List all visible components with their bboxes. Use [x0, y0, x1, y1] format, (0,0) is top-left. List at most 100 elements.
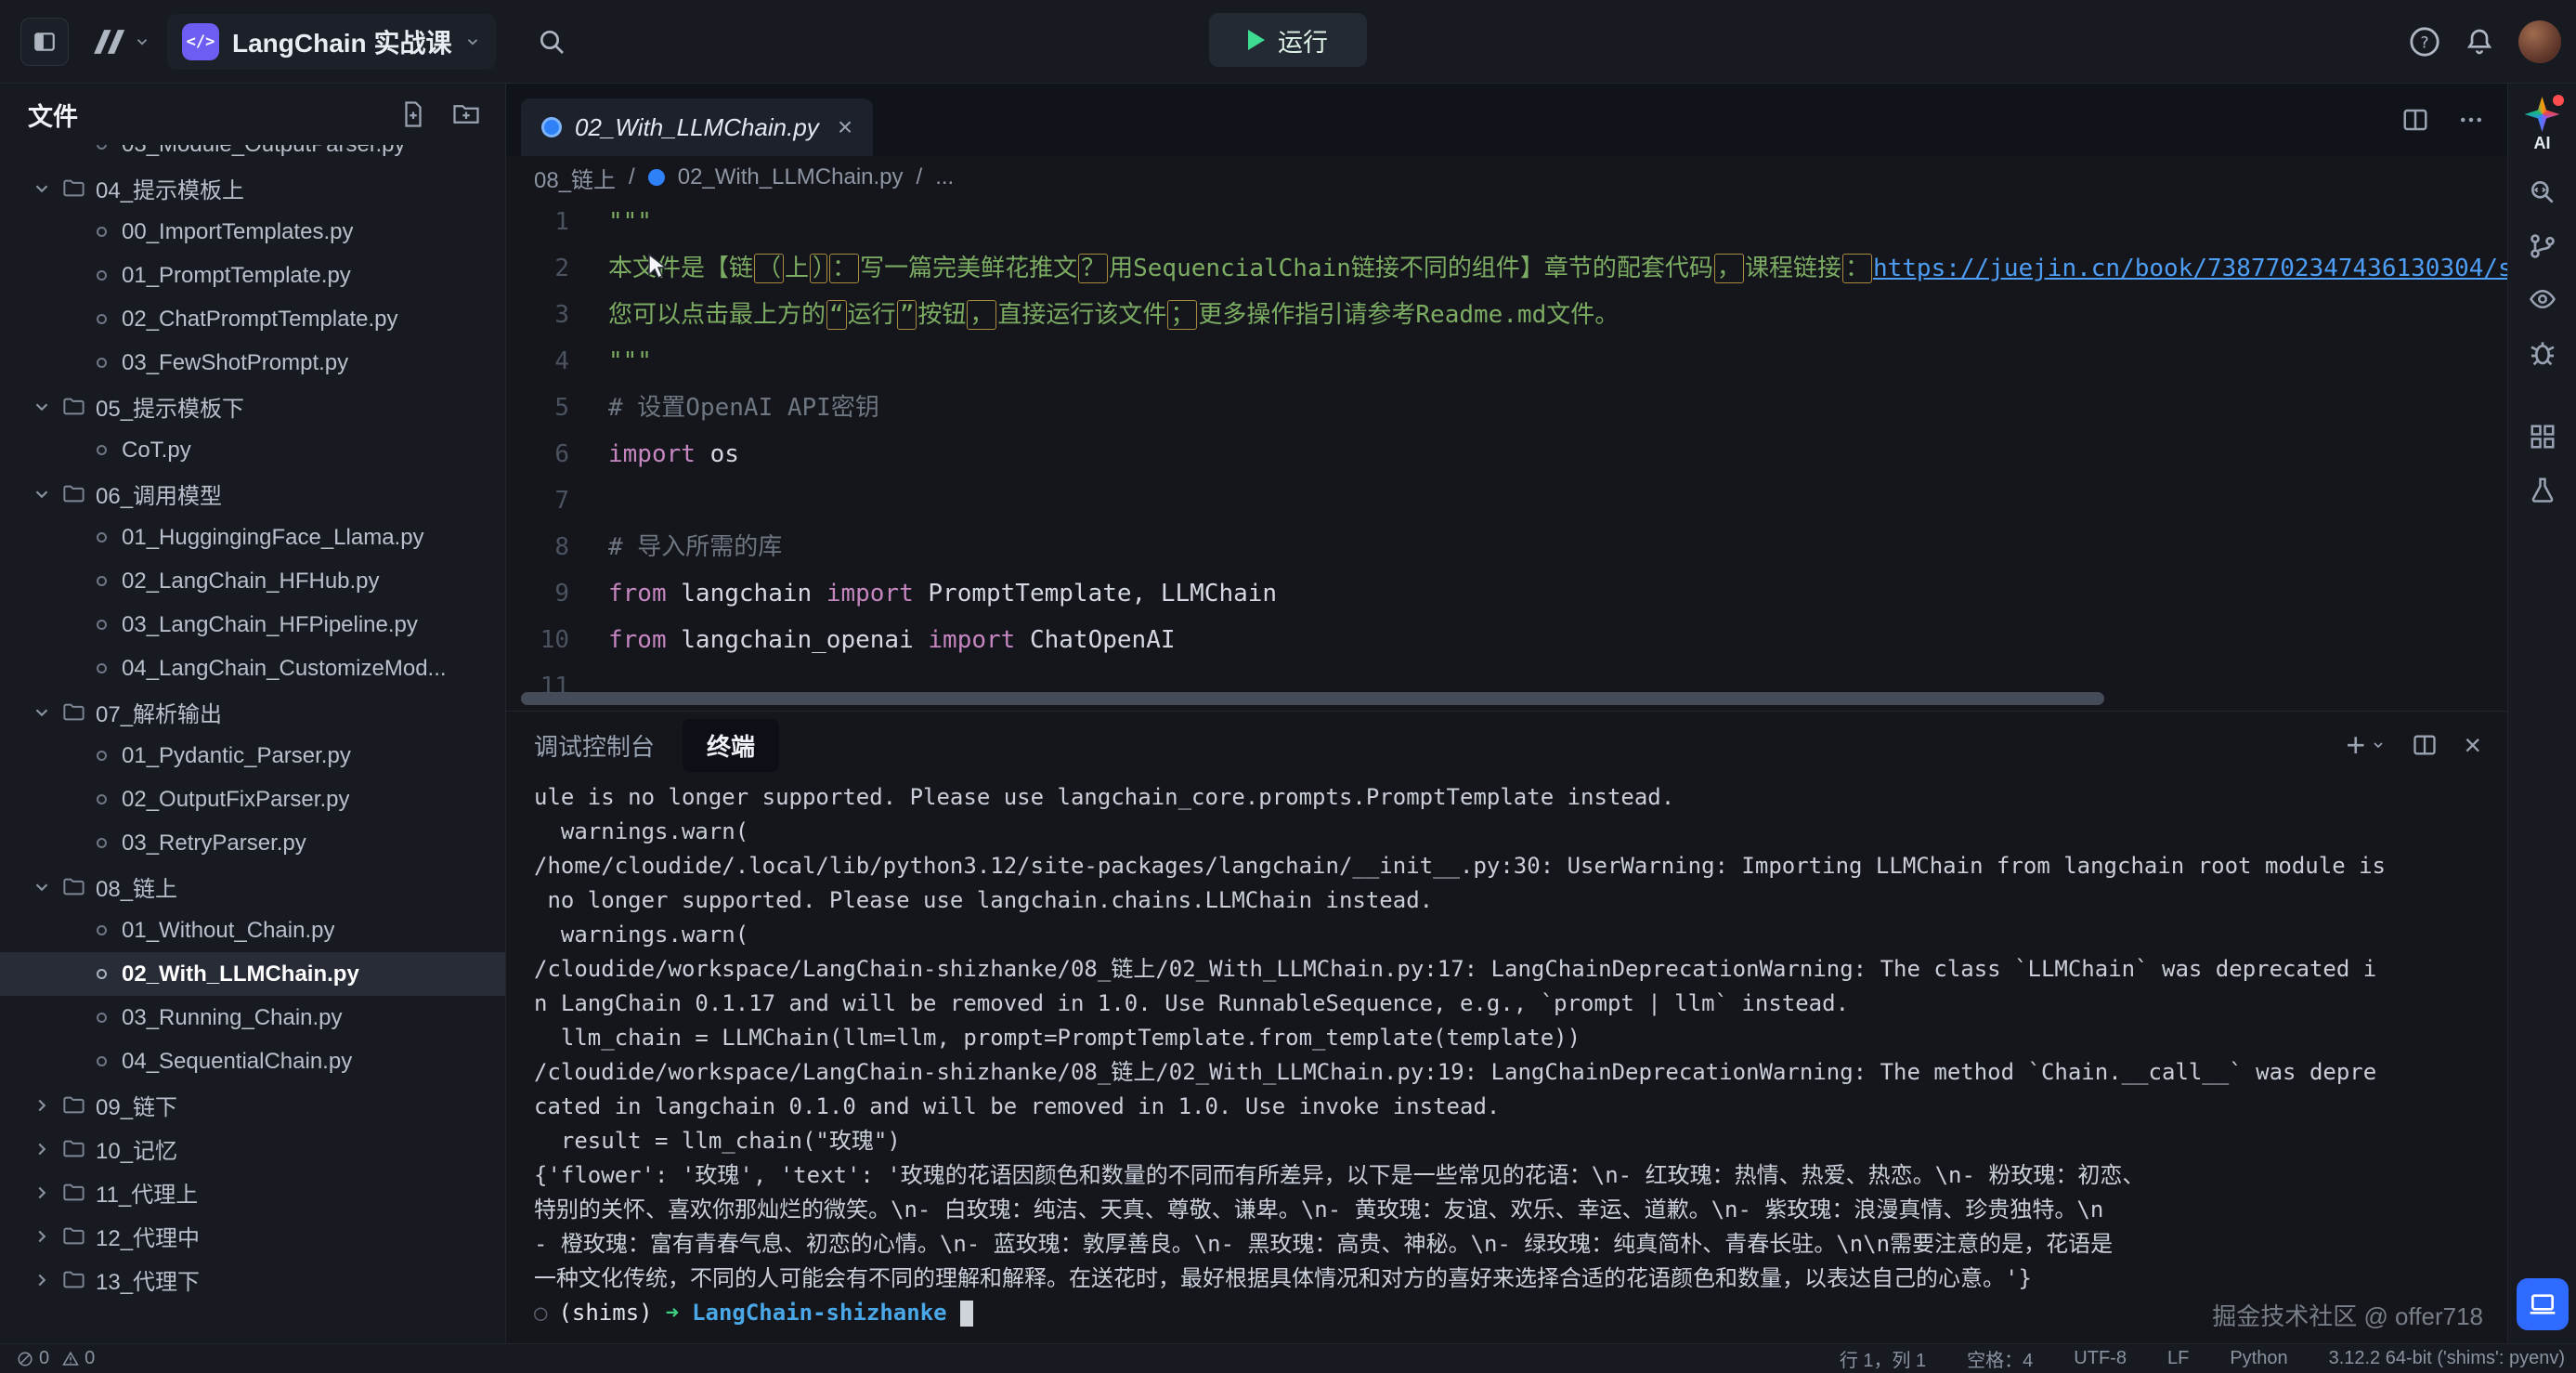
tree-folder-11_代理上[interactable]: 11_代理上	[0, 1170, 505, 1214]
tree-item-label: 01_HuggingingFace_Llama.py	[122, 525, 424, 551]
tree-file-03_RetryParser.py[interactable]: 03_RetryParser.py	[0, 821, 505, 865]
status-right: 行 1，列 1 空格：4 UTF-8 LF Python 3.12.2 64-bit ('…	[1840, 1345, 2565, 1372]
tree-item-label: 02_ChatPromptTemplate.py	[122, 307, 398, 333]
code-search-icon[interactable]	[2528, 177, 2557, 207]
tree-folder-08_链上[interactable]: 08_链上	[0, 865, 505, 909]
breadcrumb-more[interactable]: ...	[935, 164, 954, 190]
more-actions-icon[interactable]	[2457, 106, 2485, 134]
tree-item-label: 12_代理中	[96, 1220, 200, 1252]
tree-folder-06_调用模型[interactable]: 06_调用模型	[0, 472, 505, 516]
status-item[interactable]: Python	[2230, 1348, 2287, 1369]
tree-file-CoT.py[interactable]: CoT.py	[0, 428, 505, 472]
tree-file-04_SequentialChain.py[interactable]: 04_SequentialChain.py	[0, 1040, 505, 1083]
file-dot-icon	[97, 1056, 107, 1066]
status-item[interactable]: 空格：4	[1967, 1345, 2033, 1372]
tree-file-02_ChatPromptTemplate.py[interactable]: 02_ChatPromptTemplate.py	[0, 297, 505, 341]
search-button[interactable]	[537, 27, 566, 57]
horizontal-scrollbar[interactable]	[521, 692, 2104, 705]
test-flask-icon[interactable]	[2529, 475, 2556, 504]
tree-file-02_LangChain_HFHub.py[interactable]: 02_LangChain_HFHub.py	[0, 559, 505, 603]
tree-file-00_ImportTemplates.py[interactable]: 00_ImportTemplates.py	[0, 210, 505, 254]
file-dot-icon	[97, 576, 107, 586]
tree-file-01_HuggingingFace_Llama.py[interactable]: 01_HuggingingFace_Llama.py	[0, 516, 505, 559]
split-editor-icon[interactable]	[2401, 106, 2429, 134]
tree-file-03_Module_OutputParser.py[interactable]: 03_Module_OutputParser.py	[0, 145, 505, 166]
tree-item-label: 06_调用模型	[96, 477, 222, 510]
tree-file-02_With_LLMChain.py[interactable]: 02_With_LLMChain.py	[0, 952, 505, 996]
tree-file-01_PromptTemplate.py[interactable]: 01_PromptTemplate.py	[0, 254, 505, 297]
tree-file-03_FewShotPrompt.py[interactable]: 03_FewShotPrompt.py	[0, 341, 505, 385]
tree-file-02_OutputFixParser.py[interactable]: 02_OutputFixParser.py	[0, 778, 505, 821]
line-number: 9	[506, 570, 608, 617]
watermark: 掘金技术社区 @ offer718	[2212, 1298, 2483, 1332]
file-dot-icon	[97, 358, 107, 368]
new-file-icon[interactable]	[399, 100, 427, 128]
python-file-icon	[541, 117, 562, 137]
breadcrumb-file[interactable]: 02_With_LLMChain.py	[678, 164, 904, 190]
tree-item-label: 00_ImportTemplates.py	[122, 219, 353, 245]
editor-tab[interactable]: 02_With_LLMChain.py ×	[521, 98, 873, 156]
tree-file-03_LangChain_HFPipeline.py[interactable]: 03_LangChain_HFPipeline.py	[0, 603, 505, 647]
code-editor[interactable]: 1"""2本文件是【链（上）：写一篇完美鲜花推文？用SequencialChai…	[506, 199, 2507, 711]
line-number: 8	[506, 524, 608, 570]
tree-folder-10_记忆[interactable]: 10_记忆	[0, 1127, 505, 1170]
close-panel-icon[interactable]: ×	[2464, 728, 2481, 763]
status-item[interactable]: 3.12.2 64-bit ('shims': pyenv)	[2329, 1348, 2565, 1369]
ai-label: AI	[2534, 134, 2551, 153]
sidebar-toggle-button[interactable]	[20, 18, 69, 66]
chevron-down-icon	[464, 33, 481, 50]
breadcrumb-folder[interactable]: 08_链上	[534, 162, 616, 194]
new-terminal-button[interactable]: +	[2346, 728, 2386, 762]
chevron-right-icon	[32, 1270, 52, 1290]
status-item[interactable]: LF	[2167, 1348, 2189, 1369]
tree-file-01_Without_Chain.py[interactable]: 01_Without_Chain.py	[0, 909, 505, 952]
terminal-cursor	[960, 1301, 973, 1327]
tree-file-01_Pydantic_Parser.py[interactable]: 01_Pydantic_Parser.py	[0, 734, 505, 778]
tree-item-label: 02_OutputFixParser.py	[122, 787, 349, 813]
new-folder-icon[interactable]	[451, 100, 481, 128]
tree-folder-04_提示模板上[interactable]: 04_提示模板上	[0, 166, 505, 210]
terminal-line: /home/cloudide/.local/lib/python3.12/sit…	[534, 849, 2489, 883]
chevron-right-icon	[32, 1095, 52, 1116]
git-branch-icon[interactable]	[2528, 231, 2557, 261]
bug-icon[interactable]	[2528, 337, 2557, 367]
run-button[interactable]: 运行	[1209, 13, 1367, 67]
folder-icon	[61, 394, 86, 419]
explorer-header: 文件	[0, 84, 505, 145]
file-dot-icon	[97, 1013, 107, 1023]
extensions-grid-icon[interactable]	[2529, 423, 2556, 451]
bell-icon[interactable]	[2465, 26, 2494, 58]
eye-icon[interactable]	[2527, 285, 2558, 313]
tab-terminal[interactable]: 终端	[683, 719, 779, 772]
user-avatar[interactable]	[2518, 20, 2561, 63]
tree-file-04_LangChain_CustomizeMod...[interactable]: 04_LangChain_CustomizeMod...	[0, 647, 505, 690]
tree-file-03_Running_Chain.py[interactable]: 03_Running_Chain.py	[0, 996, 505, 1040]
split-terminal-icon[interactable]	[2412, 732, 2438, 758]
error-count: 0	[39, 1348, 49, 1369]
tree-folder-09_链下[interactable]: 09_链下	[0, 1083, 505, 1127]
tab-close-icon[interactable]: ×	[838, 112, 852, 142]
app-logo[interactable]	[85, 23, 150, 60]
file-dot-icon	[97, 969, 107, 979]
bottom-panel: 调试控制台 终端 + × ule is no longer supported.…	[506, 711, 2507, 1343]
project-switcher[interactable]: </> LangChain 实战课	[167, 14, 496, 70]
tree-folder-12_代理中[interactable]: 12_代理中	[0, 1214, 505, 1258]
status-item[interactable]: UTF-8	[2074, 1348, 2127, 1369]
tree-item-label: 04_LangChain_CustomizeMod...	[122, 656, 447, 682]
terminal[interactable]: ule is no longer supported. Please use l…	[506, 778, 2507, 1343]
status-item[interactable]: 行 1，列 1	[1840, 1345, 1926, 1372]
file-dot-icon	[97, 145, 107, 150]
tree-item-label: 01_PromptTemplate.py	[122, 263, 351, 289]
tree-item-label: 02_LangChain_HFHub.py	[122, 569, 380, 595]
problems-warnings[interactable]: 0	[62, 1348, 95, 1369]
folder-icon	[61, 1223, 86, 1249]
remote-workspace-button[interactable]	[2517, 1278, 2569, 1330]
project-name: LangChain 实战课	[232, 23, 451, 60]
ai-assistant-button[interactable]: AI	[2525, 97, 2560, 153]
tree-folder-13_代理下[interactable]: 13_代理下	[0, 1258, 505, 1301]
help-icon[interactable]: ?	[2409, 26, 2440, 58]
tree-folder-07_解析输出[interactable]: 07_解析输出	[0, 690, 505, 734]
tree-folder-05_提示模板下[interactable]: 05_提示模板下	[0, 385, 505, 428]
tab-debug-console[interactable]: 调试控制台	[534, 728, 655, 763]
problems-errors[interactable]: 0	[17, 1348, 49, 1369]
